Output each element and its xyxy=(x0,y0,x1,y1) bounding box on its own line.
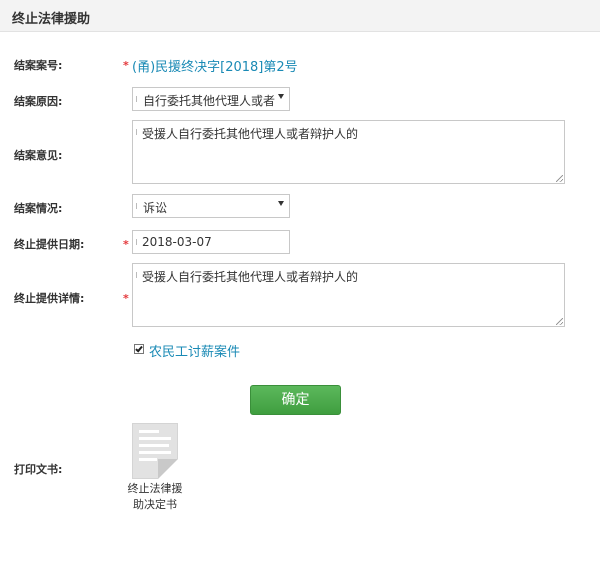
required-mark: * xyxy=(123,59,129,72)
confirm-button[interactable]: 确定 xyxy=(250,385,341,415)
end-date-input[interactable]: 2018-03-07 xyxy=(132,230,290,254)
opinion-text: 受援人自行委托其他代理人或者辩护人的 xyxy=(142,127,359,141)
page-header: 终止法律援助 xyxy=(0,0,600,32)
end-detail-label: 终止提供详情: xyxy=(14,292,85,305)
text-caret xyxy=(136,272,138,278)
migrant-wage-label[interactable]: 农民工讨薪案件 xyxy=(149,341,240,360)
document-line xyxy=(139,458,157,461)
case-no-value: (甬)民援终决字[2018]第2号 xyxy=(132,60,298,75)
document-line xyxy=(139,444,169,447)
end-date-label: 终止提供日期: xyxy=(14,238,85,251)
end-detail-text: 受援人自行委托其他代理人或者辩护人的 xyxy=(142,270,359,284)
chevron-down-icon xyxy=(278,94,284,99)
document-caption[interactable]: 终止法律援 助决定书 xyxy=(120,481,190,513)
reason-select[interactable]: 自行委托其他代理人或者辩护人的 xyxy=(132,87,290,111)
required-mark: * xyxy=(123,292,129,305)
required-mark: * xyxy=(123,238,129,251)
resize-handle-icon[interactable] xyxy=(556,318,563,325)
end-detail-textarea[interactable]: 受援人自行委托其他代理人或者辩护人的 xyxy=(132,263,565,327)
print-label: 打印文书: xyxy=(14,463,63,476)
document-line xyxy=(139,430,159,433)
page-fold xyxy=(158,459,178,479)
reason-selected-value: 自行委托其他代理人或者辩护人的 xyxy=(143,94,275,108)
document-caption-line2: 助决定书 xyxy=(133,498,177,511)
document-caption-line1: 终止法律援 xyxy=(127,482,183,495)
page-title: 终止法律援助 xyxy=(12,12,91,27)
situation-select[interactable]: 诉讼 xyxy=(132,194,290,218)
situation-selected-value: 诉讼 xyxy=(143,201,168,215)
document-line xyxy=(139,437,171,440)
text-caret xyxy=(136,239,138,245)
reason-label: 结案原因: xyxy=(14,95,63,108)
end-date-value: 2018-03-07 xyxy=(142,235,212,249)
document-line xyxy=(139,451,171,454)
checkmark-icon xyxy=(135,344,143,353)
migrant-wage-checkbox[interactable] xyxy=(134,344,144,354)
resize-handle-icon[interactable] xyxy=(556,175,563,182)
text-caret xyxy=(136,129,138,135)
situation-label: 结案情况: xyxy=(14,202,63,215)
opinion-label: 结案意见: xyxy=(14,149,63,162)
text-caret xyxy=(136,96,138,102)
opinion-textarea[interactable]: 受援人自行委托其他代理人或者辩护人的 xyxy=(132,120,565,184)
chevron-down-icon xyxy=(278,201,284,206)
case-no-label: 结案案号: xyxy=(14,59,63,72)
text-caret xyxy=(136,203,138,209)
document-icon[interactable] xyxy=(132,423,178,479)
